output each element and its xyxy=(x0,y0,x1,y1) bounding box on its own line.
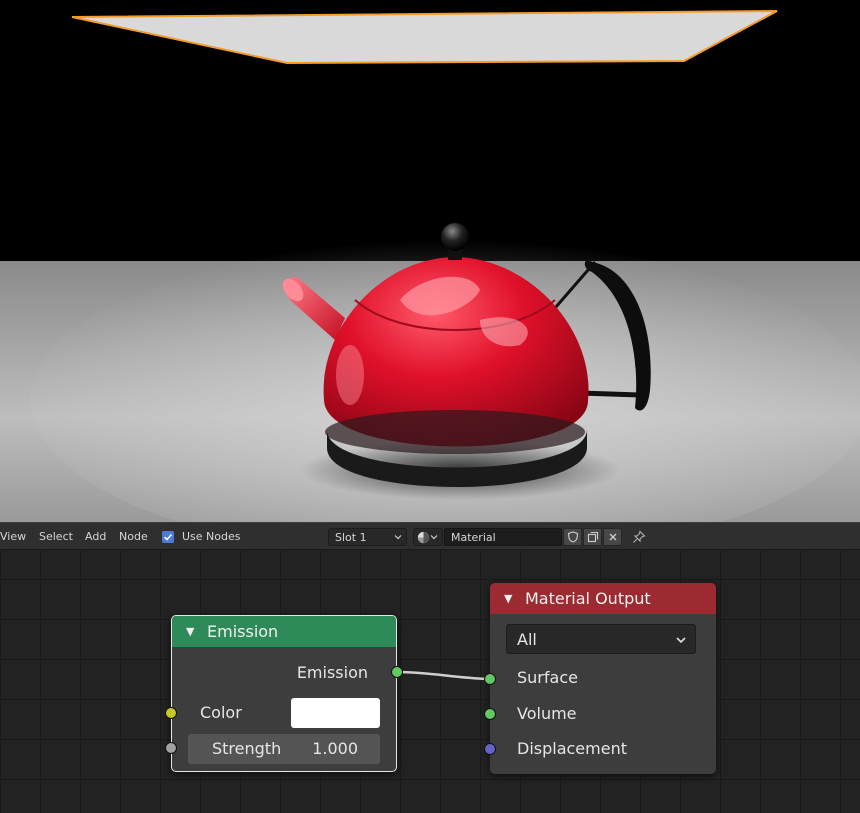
duplicate-icon xyxy=(587,531,598,543)
node-editor-header: View Select Add Node Use Nodes Slot 1 Ma… xyxy=(0,522,860,550)
material-output-node[interactable]: ▼ Material Output All Surface Volume Dis… xyxy=(484,583,716,774)
emission-node-title: Emission xyxy=(207,622,279,641)
collapse-triangle-icon[interactable]: ▼ xyxy=(186,616,194,647)
surface-input-socket[interactable] xyxy=(484,673,496,685)
color-swatch[interactable] xyxy=(291,698,380,728)
material-sphere-icon xyxy=(417,531,430,544)
surface-label: Surface xyxy=(517,668,578,687)
target-dropdown[interactable]: All xyxy=(506,624,696,654)
displacement-input-socket[interactable] xyxy=(484,743,496,755)
material-output-header[interactable]: ▼ Material Output xyxy=(490,583,716,614)
material-name-field[interactable]: Material xyxy=(444,528,562,546)
menu-node[interactable]: Node xyxy=(119,530,148,543)
unlink-material-button[interactable] xyxy=(603,528,622,546)
emission-node[interactable]: ▼ Emission Emission Color Strength 1.000 xyxy=(165,615,403,772)
chevron-down-icon xyxy=(430,535,438,540)
duplicate-material-button[interactable] xyxy=(583,528,602,546)
chevron-down-icon xyxy=(394,535,402,540)
strength-input-socket[interactable] xyxy=(165,742,177,754)
menu-add[interactable]: Add xyxy=(85,530,106,543)
pin-icon xyxy=(633,530,646,543)
use-nodes-checkbox[interactable] xyxy=(162,531,174,543)
checkbox-checked-icon xyxy=(163,533,173,541)
material-browse-button[interactable] xyxy=(413,528,443,546)
material-output-title: Material Output xyxy=(525,589,651,608)
node-editor-canvas[interactable]: ▼ Emission Emission Color Strength 1.000… xyxy=(0,550,860,813)
color-input-socket[interactable] xyxy=(165,707,177,719)
render-viewport[interactable] xyxy=(0,0,860,522)
use-nodes-label: Use Nodes xyxy=(182,530,241,543)
teapot-render xyxy=(0,0,860,522)
strength-label: Strength xyxy=(212,739,282,758)
volume-label: Volume xyxy=(517,704,577,723)
collapse-triangle-icon[interactable]: ▼ xyxy=(504,583,512,614)
emission-output-socket[interactable] xyxy=(391,666,403,678)
node-link xyxy=(396,670,490,681)
volume-input-socket[interactable] xyxy=(484,708,496,720)
chevron-down-icon xyxy=(676,637,686,644)
emission-node-header[interactable]: ▼ Emission xyxy=(172,616,396,647)
close-icon xyxy=(609,533,616,541)
strength-value: 1.000 xyxy=(312,739,358,758)
target-value: All xyxy=(517,630,537,649)
pin-button[interactable] xyxy=(629,528,649,546)
emission-output-label: Emission xyxy=(296,663,368,682)
material-name-value: Material xyxy=(451,531,496,544)
menu-select[interactable]: Select xyxy=(39,530,73,543)
slot-value: Slot 1 xyxy=(335,531,367,544)
displacement-label: Displacement xyxy=(517,739,627,758)
menu-view[interactable]: View xyxy=(0,530,26,543)
shield-icon xyxy=(567,531,578,543)
slot-dropdown[interactable]: Slot 1 xyxy=(328,528,407,546)
fake-user-button[interactable] xyxy=(563,528,582,546)
color-label: Color xyxy=(200,703,242,722)
strength-field[interactable]: Strength 1.000 xyxy=(188,734,380,764)
